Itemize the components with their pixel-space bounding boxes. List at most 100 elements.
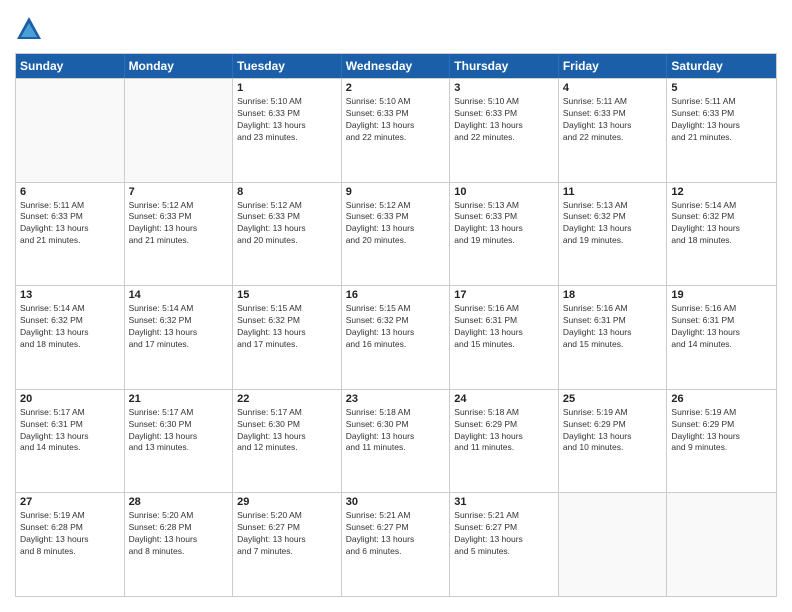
cal-header-wednesday: Wednesday xyxy=(342,54,451,78)
header xyxy=(15,15,777,43)
day-info: Sunrise: 5:16 AM Sunset: 6:31 PM Dayligh… xyxy=(563,303,663,351)
cal-cell: 27 Sunrise: 5:19 AM Sunset: 6:28 PM Dayli… xyxy=(16,493,125,596)
logo xyxy=(15,15,47,43)
cal-header-sunday: Sunday xyxy=(16,54,125,78)
cal-header-tuesday: Tuesday xyxy=(233,54,342,78)
day-number: 9 xyxy=(346,186,446,198)
day-info: Sunrise: 5:10 AM Sunset: 6:33 PM Dayligh… xyxy=(454,96,554,144)
cal-week-3: 13Sunrise: 5:14 AM Sunset: 6:32 PM Dayli… xyxy=(16,285,776,389)
day-number: 23 xyxy=(346,393,446,405)
day-info: Sunrise: 5:12 AM Sunset: 6:33 PM Dayligh… xyxy=(346,200,446,248)
day-info: Sunrise: 5:16 AM Sunset: 6:31 PM Dayligh… xyxy=(454,303,554,351)
day-info: Sunrise: 5:21 AM Sunset: 6:27 PM Dayligh… xyxy=(346,510,446,558)
day-info: Sunrise: 5:12 AM Sunset: 6:33 PM Dayligh… xyxy=(129,200,229,248)
cal-cell: 25Sunrise: 5:19 AM Sunset: 6:29 PM Dayli… xyxy=(559,390,668,493)
day-info: Sunrise: 5:20 AM Sunset: 6:28 PM Dayligh… xyxy=(129,510,229,558)
day-number: 30 xyxy=(346,496,446,508)
day-number: 6 xyxy=(20,186,120,198)
day-info: Sunrise: 5:10 AM Sunset: 6:33 PM Dayligh… xyxy=(346,96,446,144)
cal-cell: 26Sunrise: 5:19 AM Sunset: 6:29 PM Dayli… xyxy=(667,390,776,493)
day-info: Sunrise: 5:20 AM Sunset: 6:27 PM Dayligh… xyxy=(237,510,337,558)
day-number: 18 xyxy=(563,289,663,301)
cal-cell: 5 Sunrise: 5:11 AM Sunset: 6:33 PM Daylig… xyxy=(667,79,776,182)
day-info: Sunrise: 5:17 AM Sunset: 6:31 PM Dayligh… xyxy=(20,407,120,455)
day-info: Sunrise: 5:17 AM Sunset: 6:30 PM Dayligh… xyxy=(129,407,229,455)
cal-cell: 16Sunrise: 5:15 AM Sunset: 6:32 PM Dayli… xyxy=(342,286,451,389)
day-number: 21 xyxy=(129,393,229,405)
day-info: Sunrise: 5:19 AM Sunset: 6:29 PM Dayligh… xyxy=(563,407,663,455)
calendar-body: 1 Sunrise: 5:10 AM Sunset: 6:33 PM Daylig… xyxy=(16,78,776,596)
day-info: Sunrise: 5:11 AM Sunset: 6:33 PM Dayligh… xyxy=(563,96,663,144)
day-number: 24 xyxy=(454,393,554,405)
cal-cell: 12Sunrise: 5:14 AM Sunset: 6:32 PM Dayli… xyxy=(667,183,776,286)
day-number: 31 xyxy=(454,496,554,508)
day-info: Sunrise: 5:14 AM Sunset: 6:32 PM Dayligh… xyxy=(129,303,229,351)
day-number: 19 xyxy=(671,289,772,301)
calendar-header-row: SundayMondayTuesdayWednesdayThursdayFrid… xyxy=(16,54,776,78)
cal-cell xyxy=(667,493,776,596)
cal-cell: 24Sunrise: 5:18 AM Sunset: 6:29 PM Dayli… xyxy=(450,390,559,493)
calendar: SundayMondayTuesdayWednesdayThursdayFrid… xyxy=(15,53,777,597)
day-number: 4 xyxy=(563,82,663,94)
day-number: 27 xyxy=(20,496,120,508)
day-number: 11 xyxy=(563,186,663,198)
day-number: 14 xyxy=(129,289,229,301)
cal-cell: 11 Sunrise: 5:13 AM Sunset: 6:32 PM Dayli… xyxy=(559,183,668,286)
page: SundayMondayTuesdayWednesdayThursdayFrid… xyxy=(0,0,792,612)
cal-cell: 21 Sunrise: 5:17 AM Sunset: 6:30 PM Dayli… xyxy=(125,390,234,493)
day-number: 2 xyxy=(346,82,446,94)
cal-cell: 30 Sunrise: 5:21 AM Sunset: 6:27 PM Dayli… xyxy=(342,493,451,596)
cal-cell: 28 Sunrise: 5:20 AM Sunset: 6:28 PM Dayli… xyxy=(125,493,234,596)
day-info: Sunrise: 5:18 AM Sunset: 6:30 PM Dayligh… xyxy=(346,407,446,455)
cal-cell xyxy=(559,493,668,596)
cal-week-2: 6Sunrise: 5:11 AM Sunset: 6:33 PM Daylig… xyxy=(16,182,776,286)
day-info: Sunrise: 5:14 AM Sunset: 6:32 PM Dayligh… xyxy=(20,303,120,351)
cal-cell: 1 Sunrise: 5:10 AM Sunset: 6:33 PM Daylig… xyxy=(233,79,342,182)
day-number: 5 xyxy=(671,82,772,94)
day-number: 8 xyxy=(237,186,337,198)
cal-header-thursday: Thursday xyxy=(450,54,559,78)
day-number: 20 xyxy=(20,393,120,405)
cal-cell: 23 Sunrise: 5:18 AM Sunset: 6:30 PM Dayli… xyxy=(342,390,451,493)
cal-cell: 10Sunrise: 5:13 AM Sunset: 6:33 PM Dayli… xyxy=(450,183,559,286)
cal-header-saturday: Saturday xyxy=(667,54,776,78)
day-info: Sunrise: 5:12 AM Sunset: 6:33 PM Dayligh… xyxy=(237,200,337,248)
day-info: Sunrise: 5:16 AM Sunset: 6:31 PM Dayligh… xyxy=(671,303,772,351)
cal-cell: 31 Sunrise: 5:21 AM Sunset: 6:27 PM Dayli… xyxy=(450,493,559,596)
day-info: Sunrise: 5:21 AM Sunset: 6:27 PM Dayligh… xyxy=(454,510,554,558)
cal-cell xyxy=(125,79,234,182)
day-number: 3 xyxy=(454,82,554,94)
cal-cell: 7Sunrise: 5:12 AM Sunset: 6:33 PM Daylig… xyxy=(125,183,234,286)
day-info: Sunrise: 5:13 AM Sunset: 6:32 PM Dayligh… xyxy=(563,200,663,248)
day-number: 1 xyxy=(237,82,337,94)
day-info: Sunrise: 5:13 AM Sunset: 6:33 PM Dayligh… xyxy=(454,200,554,248)
cal-cell: 20 Sunrise: 5:17 AM Sunset: 6:31 PM Dayli… xyxy=(16,390,125,493)
day-info: Sunrise: 5:11 AM Sunset: 6:33 PM Dayligh… xyxy=(671,96,772,144)
day-number: 17 xyxy=(454,289,554,301)
cal-cell: 22Sunrise: 5:17 AM Sunset: 6:30 PM Dayli… xyxy=(233,390,342,493)
day-info: Sunrise: 5:15 AM Sunset: 6:32 PM Dayligh… xyxy=(237,303,337,351)
cal-cell: 4 Sunrise: 5:11 AM Sunset: 6:33 PM Daylig… xyxy=(559,79,668,182)
day-number: 28 xyxy=(129,496,229,508)
day-info: Sunrise: 5:10 AM Sunset: 6:33 PM Dayligh… xyxy=(237,96,337,144)
day-info: Sunrise: 5:19 AM Sunset: 6:29 PM Dayligh… xyxy=(671,407,772,455)
cal-cell: 2 Sunrise: 5:10 AM Sunset: 6:33 PM Daylig… xyxy=(342,79,451,182)
cal-cell: 18 Sunrise: 5:16 AM Sunset: 6:31 PM Dayli… xyxy=(559,286,668,389)
cal-cell: 9 Sunrise: 5:12 AM Sunset: 6:33 PM Daylig… xyxy=(342,183,451,286)
cal-cell: 13Sunrise: 5:14 AM Sunset: 6:32 PM Dayli… xyxy=(16,286,125,389)
day-number: 15 xyxy=(237,289,337,301)
cal-cell: 17 Sunrise: 5:16 AM Sunset: 6:31 PM Dayli… xyxy=(450,286,559,389)
cal-cell: 8 Sunrise: 5:12 AM Sunset: 6:33 PM Daylig… xyxy=(233,183,342,286)
cal-week-5: 27 Sunrise: 5:19 AM Sunset: 6:28 PM Dayli… xyxy=(16,492,776,596)
cal-cell: 19 Sunrise: 5:16 AM Sunset: 6:31 PM Dayli… xyxy=(667,286,776,389)
day-info: Sunrise: 5:15 AM Sunset: 6:32 PM Dayligh… xyxy=(346,303,446,351)
cal-header-monday: Monday xyxy=(125,54,234,78)
cal-cell: 6Sunrise: 5:11 AM Sunset: 6:33 PM Daylig… xyxy=(16,183,125,286)
day-info: Sunrise: 5:17 AM Sunset: 6:30 PM Dayligh… xyxy=(237,407,337,455)
day-number: 29 xyxy=(237,496,337,508)
cal-week-4: 20 Sunrise: 5:17 AM Sunset: 6:31 PM Dayli… xyxy=(16,389,776,493)
day-info: Sunrise: 5:19 AM Sunset: 6:28 PM Dayligh… xyxy=(20,510,120,558)
cal-week-1: 1 Sunrise: 5:10 AM Sunset: 6:33 PM Daylig… xyxy=(16,78,776,182)
cal-cell: 15 Sunrise: 5:15 AM Sunset: 6:32 PM Dayli… xyxy=(233,286,342,389)
logo-icon xyxy=(15,15,43,43)
